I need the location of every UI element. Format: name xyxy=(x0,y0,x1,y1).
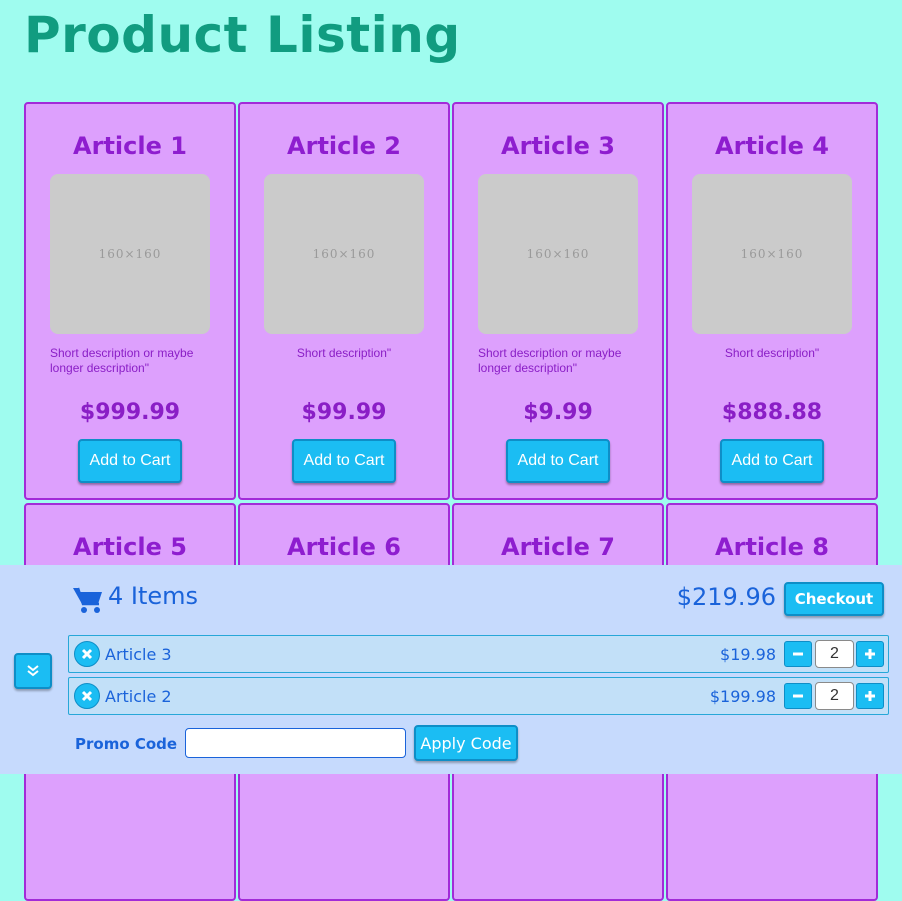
product-card: Article 1 160×160 Short description or m… xyxy=(24,102,236,500)
product-title: Article 2 xyxy=(287,132,401,160)
product-image: 160×160 xyxy=(692,174,852,334)
product-image: 160×160 xyxy=(478,174,638,334)
plus-icon xyxy=(865,691,875,701)
cart-item-name: Article 3 xyxy=(105,645,172,664)
product-title: Article 7 xyxy=(501,533,615,561)
product-card: Article 3 160×160 Short description or m… xyxy=(452,102,664,500)
cart-item-name: Article 2 xyxy=(105,687,172,706)
product-description: Short description" xyxy=(724,346,820,360)
plus-icon xyxy=(865,649,875,659)
product-title: Article 8 xyxy=(715,533,829,561)
promo-code-input[interactable] xyxy=(185,728,406,758)
cart-item-price: $19.98 xyxy=(720,645,776,664)
double-chevron-down-icon xyxy=(27,665,39,677)
product-description: Short description or maybe longer descri… xyxy=(478,346,622,375)
product-card: Article 2 160×160 Short description" $99… xyxy=(238,102,450,500)
add-to-cart-button[interactable]: Add to Cart xyxy=(506,439,610,483)
cart-item-price: $199.98 xyxy=(709,687,776,706)
remove-item-button[interactable] xyxy=(74,641,100,667)
quantity-input[interactable] xyxy=(815,682,854,710)
add-to-cart-button[interactable]: Add to Cart xyxy=(720,439,824,483)
checkout-button[interactable]: Checkout xyxy=(784,582,884,616)
minus-icon xyxy=(793,652,803,656)
cart-row: Article 3 $19.98 xyxy=(68,635,889,673)
cart-item-count: 4 Items xyxy=(108,582,199,610)
product-title: Article 4 xyxy=(715,132,829,160)
decrease-quantity-button[interactable] xyxy=(784,641,812,667)
shopping-cart-icon xyxy=(73,587,102,613)
product-price: $99.99 xyxy=(301,400,387,425)
decrease-quantity-button[interactable] xyxy=(784,683,812,709)
cart-row: Article 2 $199.98 xyxy=(68,677,889,715)
add-to-cart-button[interactable]: Add to Cart xyxy=(78,439,182,483)
minus-icon xyxy=(793,694,803,698)
increase-quantity-button[interactable] xyxy=(856,683,884,709)
apply-code-button[interactable]: Apply Code xyxy=(414,725,518,761)
increase-quantity-button[interactable] xyxy=(856,641,884,667)
promo-code-label: Promo Code xyxy=(75,735,178,753)
product-card: Article 4 160×160 Short description" $88… xyxy=(666,102,878,500)
product-title: Article 1 xyxy=(73,132,187,160)
close-icon xyxy=(81,690,93,702)
product-title: Article 5 xyxy=(73,533,187,561)
product-title: Article 6 xyxy=(287,533,401,561)
product-price: $9.99 xyxy=(523,400,593,425)
page-title: Product Listing xyxy=(24,6,461,64)
close-icon xyxy=(81,648,93,660)
add-to-cart-button[interactable]: Add to Cart xyxy=(292,439,396,483)
product-image: 160×160 xyxy=(50,174,210,334)
product-price: $999.99 xyxy=(79,400,181,425)
collapse-cart-button[interactable] xyxy=(14,653,52,689)
cart-total: $219.96 xyxy=(676,583,776,611)
product-description: Short description" xyxy=(296,346,392,360)
product-price: $888.88 xyxy=(721,400,823,425)
quantity-input[interactable] xyxy=(815,640,854,668)
remove-item-button[interactable] xyxy=(74,683,100,709)
product-description: Short description or maybe longer descri… xyxy=(50,346,194,375)
product-image: 160×160 xyxy=(264,174,424,334)
product-title: Article 3 xyxy=(501,132,615,160)
cart-panel: 4 Items $219.96 Checkout Article 3 $19.9… xyxy=(0,565,902,774)
